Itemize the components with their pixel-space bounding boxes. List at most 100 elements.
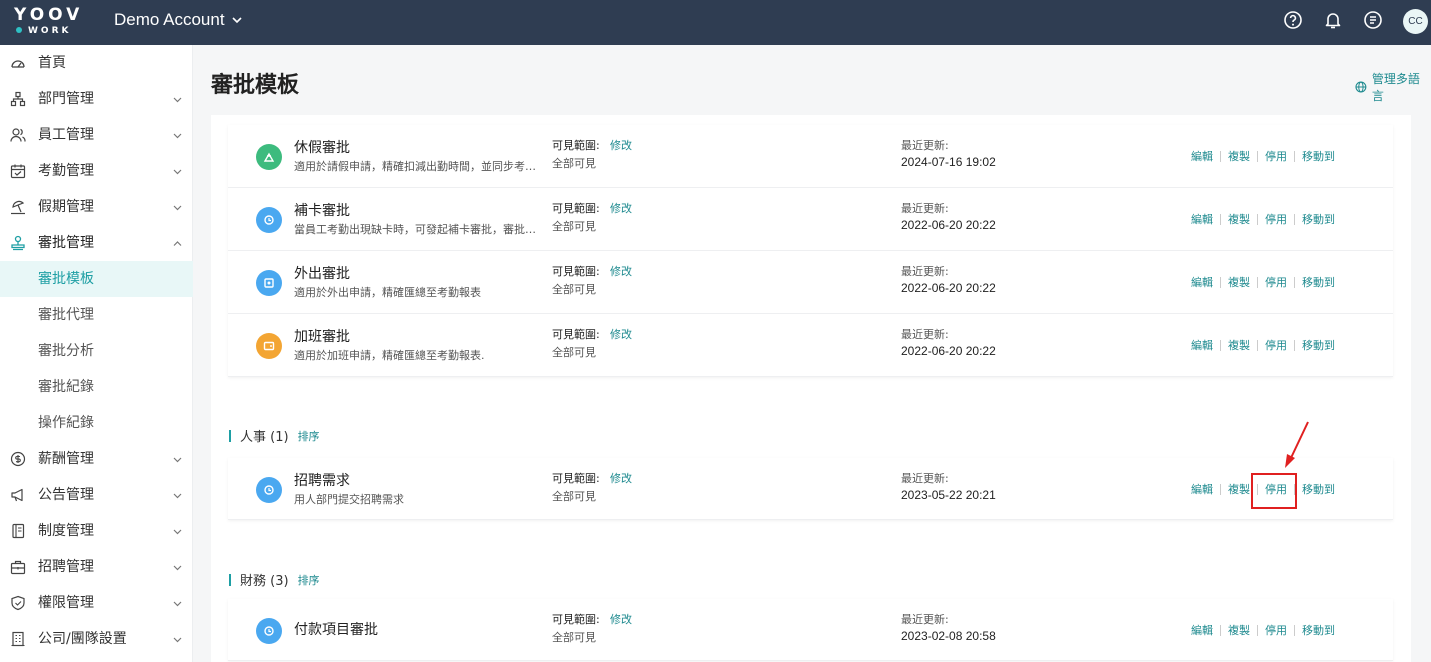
- sidebar-item-13[interactable]: 制度管理: [0, 513, 193, 549]
- edit-link[interactable]: 編輯: [1191, 337, 1213, 353]
- disable-link[interactable]: 停用: [1265, 337, 1287, 353]
- edit-link[interactable]: 編輯: [1191, 148, 1213, 164]
- action-divider: [1257, 213, 1258, 225]
- sidebar-item-6[interactable]: 審批模板: [0, 261, 193, 297]
- template-row[interactable]: 外出審批 適用於外出申請，精確匯總至考勤報表 可見範圍: 修改 全部可見 最近更新: 202…: [228, 251, 1393, 314]
- calendar-icon: [10, 164, 26, 179]
- sidebar-item-2[interactable]: 員工管理: [0, 117, 193, 153]
- scope-edit-link[interactable]: 修改: [610, 470, 632, 486]
- template-description: 適用於請假申請，精確扣減出勤時間，並同步考勤...: [294, 160, 544, 173]
- recruit-icon: [256, 477, 282, 503]
- sidebar-item-label: 權限管理: [38, 595, 94, 611]
- move-to-link[interactable]: 移動到: [1302, 337, 1335, 353]
- action-divider: [1220, 483, 1221, 495]
- account-switcher[interactable]: Demo Account: [114, 10, 243, 30]
- row-actions: 編輯 複製 停用 移動到: [1191, 622, 1335, 638]
- copy-link[interactable]: 複製: [1228, 481, 1250, 497]
- updated-value: 2024-07-16 19:02: [901, 155, 996, 169]
- sidebar-item-11[interactable]: 薪酬管理: [0, 441, 193, 477]
- template-group-card: 休假審批 適用於請假申請，精確扣減出勤時間，並同步考勤... 可見範圍: 修改 全部可見…: [228, 125, 1393, 377]
- sidebar-item-3[interactable]: 考勤管理: [0, 153, 193, 189]
- move-to-link[interactable]: 移動到: [1302, 622, 1335, 638]
- sidebar-item-5[interactable]: 審批管理: [0, 225, 193, 261]
- scope-edit-link[interactable]: 修改: [610, 137, 632, 153]
- move-to-link[interactable]: 移動到: [1302, 211, 1335, 227]
- disable-link[interactable]: 停用: [1265, 274, 1287, 290]
- sidebar-item-15[interactable]: 權限管理: [0, 585, 193, 621]
- disable-link[interactable]: 停用: [1265, 211, 1287, 227]
- edit-link[interactable]: 編輯: [1191, 274, 1213, 290]
- template-description: 適用於外出申請，精確匯總至考勤報表: [294, 286, 481, 299]
- template-group-card: 招聘需求 用人部門提交招聘需求 可見範圍: 修改 全部可見 最近更新: 2023-05-22…: [228, 458, 1393, 520]
- scope-label: 可見範圍:: [552, 472, 600, 485]
- scope-edit-link[interactable]: 修改: [610, 611, 632, 627]
- template-row[interactable]: 付款項目審批 可見範圍: 修改 全部可見 最近更新: 2023-02-08 20:58 編輯…: [228, 599, 1393, 661]
- move-to-link[interactable]: 移動到: [1302, 274, 1335, 290]
- yoov-work-logo[interactable]: YOOV WORK: [14, 6, 79, 38]
- template-row[interactable]: 休假審批 適用於請假申請，精確扣減出勤時間，並同步考勤... 可見範圍: 修改 全部可見…: [228, 125, 1393, 188]
- scope-edit-link[interactable]: 修改: [610, 263, 632, 279]
- chevron-down-icon: [173, 133, 182, 139]
- manage-languages-link[interactable]: 管理多語言: [1355, 70, 1431, 104]
- manage-languages-label: 管理多語言: [1371, 72, 1420, 103]
- edit-link[interactable]: 編輯: [1191, 211, 1213, 227]
- chevron-down-icon: [173, 637, 182, 643]
- template-name[interactable]: 外出審批: [294, 263, 350, 283]
- copy-link[interactable]: 複製: [1228, 148, 1250, 164]
- template-name[interactable]: 加班審批: [294, 326, 350, 346]
- copy-link[interactable]: 複製: [1228, 274, 1250, 290]
- sidebar-item-8[interactable]: 審批分析: [0, 333, 193, 369]
- scope-edit-link[interactable]: 修改: [610, 200, 632, 216]
- move-to-link[interactable]: 移動到: [1302, 481, 1335, 497]
- template-row[interactable]: 招聘需求 用人部門提交招聘需求 可見範圍: 修改 全部可見 最近更新: 2023-05-22…: [228, 458, 1393, 520]
- help-icon[interactable]: [1283, 10, 1303, 30]
- action-divider: [1294, 150, 1295, 162]
- copy-link[interactable]: 複製: [1228, 211, 1250, 227]
- scope-edit-link[interactable]: 修改: [610, 326, 632, 342]
- sort-link[interactable]: 排序: [298, 428, 320, 444]
- action-divider: [1294, 276, 1295, 288]
- notes-icon[interactable]: [1363, 10, 1383, 30]
- sidebar-item-label: 薪酬管理: [38, 451, 94, 467]
- updated-value: 2022-06-20 20:22: [901, 218, 996, 232]
- copy-link[interactable]: 複製: [1228, 622, 1250, 638]
- chevron-down-icon: [173, 493, 182, 499]
- sidebar-item-10[interactable]: 操作紀錄: [0, 405, 193, 441]
- logo-text-top: YOOV: [14, 5, 84, 25]
- sidebar-item-0[interactable]: 首頁: [0, 45, 193, 81]
- sidebar-item-1[interactable]: 部門管理: [0, 81, 193, 117]
- template-row[interactable]: 加班審批 適用於加班申請，精確匯總至考勤報表. 可見範圍: 修改 全部可見 最近更新: 20…: [228, 314, 1393, 377]
- sidebar-item-12[interactable]: 公告管理: [0, 477, 193, 513]
- disable-link[interactable]: 停用: [1265, 622, 1287, 638]
- avatar[interactable]: CC: [1403, 9, 1428, 34]
- sidebar-item-4[interactable]: 假期管理: [0, 189, 193, 225]
- bell-icon[interactable]: [1323, 10, 1343, 30]
- edit-link[interactable]: 編輯: [1191, 481, 1213, 497]
- sidebar-item-14[interactable]: 招聘管理: [0, 549, 193, 585]
- sidebar-item-16[interactable]: 公司/團隊設置: [0, 621, 193, 657]
- copy-link[interactable]: 複製: [1228, 337, 1250, 353]
- action-divider: [1257, 276, 1258, 288]
- sidebar-item-7[interactable]: 審批代理: [0, 297, 193, 333]
- org-icon: [10, 91, 26, 107]
- move-to-link[interactable]: 移動到: [1302, 148, 1335, 164]
- disable-link[interactable]: 停用: [1265, 148, 1287, 164]
- template-description: 適用於加班申請，精確匯總至考勤報表.: [294, 349, 485, 362]
- template-description: 當員工考勤出現缺卡時，可發起補卡審批，審批通...: [294, 223, 544, 236]
- updated-label: 最近更新:: [901, 202, 949, 215]
- action-divider: [1220, 339, 1221, 351]
- template-name[interactable]: 招聘需求: [294, 470, 350, 490]
- updated-label: 最近更新:: [901, 472, 949, 485]
- template-name[interactable]: 付款項目審批: [294, 619, 378, 639]
- scope-value: 全部可見: [552, 157, 596, 170]
- sort-link[interactable]: 排序: [298, 572, 320, 588]
- template-name[interactable]: 休假審批: [294, 137, 350, 157]
- sidebar-item-label: 招聘管理: [38, 559, 94, 575]
- template-name[interactable]: 補卡審批: [294, 200, 350, 220]
- action-divider: [1294, 339, 1295, 351]
- template-row[interactable]: 補卡審批 當員工考勤出現缺卡時，可發起補卡審批，審批通... 可見範圍: 修改 全部可見…: [228, 188, 1393, 251]
- sidebar-item-9[interactable]: 審批紀錄: [0, 369, 193, 405]
- annotation-arrow-icon: [1285, 421, 1309, 468]
- edit-link[interactable]: 編輯: [1191, 622, 1213, 638]
- group-header: 人事 (1) 排序: [229, 426, 320, 445]
